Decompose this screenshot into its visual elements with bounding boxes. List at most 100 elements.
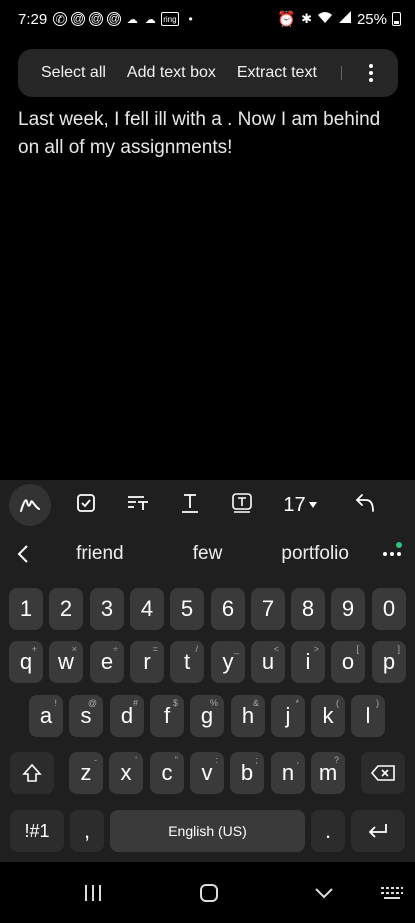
key-alt-label: " <box>174 755 178 765</box>
key-label: r <box>143 649 151 674</box>
key-alt-label: , <box>296 755 299 765</box>
battery-percent: 25% <box>356 10 387 28</box>
key-label: f <box>163 703 171 728</box>
key-alt-label: ? <box>333 755 339 765</box>
suggestion-word[interactable]: portfolio <box>261 543 369 565</box>
text-format-button[interactable] <box>164 480 216 530</box>
key-x[interactable]: x ' <box>109 752 143 794</box>
key-d[interactable]: d # <box>110 695 144 737</box>
key-alt-label: ] <box>397 644 400 654</box>
key-3[interactable]: 3 <box>90 588 124 630</box>
key-q[interactable]: q + <box>9 641 43 683</box>
enter-key[interactable] <box>351 810 405 852</box>
home-button[interactable] <box>196 882 222 904</box>
key-k[interactable]: k( <box>311 695 345 737</box>
alarm-icon: ⏰ <box>277 11 297 28</box>
key-a[interactable]: a! <box>29 695 63 737</box>
key-t[interactable]: t / <box>170 641 204 683</box>
notification-icons: ✆ @ @ @ ☁ ☁ ring • <box>53 12 193 26</box>
keyboard-switch-button[interactable] <box>378 882 406 904</box>
key-label: u <box>261 649 275 674</box>
note-body-text[interactable]: Last week, I fell ill with a . Now I am … <box>18 106 398 162</box>
key-u[interactable]: u < <box>251 641 285 683</box>
key-r[interactable]: r = <box>130 641 164 683</box>
checkbox-button[interactable] <box>60 480 112 530</box>
key-o[interactable]: o[ <box>331 641 365 683</box>
key-label: e <box>100 649 114 674</box>
key-alt-label: = <box>152 644 158 654</box>
symbols-key[interactable]: !#1 <box>10 810 64 852</box>
key-alt-label: @ <box>87 698 97 708</box>
backspace-key[interactable] <box>361 752 405 794</box>
suggestion-word[interactable]: friend <box>46 543 154 565</box>
navigation-bar <box>0 862 415 923</box>
key-6[interactable]: 6 <box>211 588 245 630</box>
key-1[interactable]: 1 <box>9 588 43 630</box>
select-all-button[interactable]: Select all <box>41 64 106 82</box>
font-size-button[interactable]: 17 <box>268 480 332 530</box>
key-v[interactable]: v: <box>190 752 224 794</box>
extract-text-button[interactable]: Extract text <box>237 64 317 82</box>
key-0[interactable]: 0 <box>372 588 406 630</box>
key-label: k <box>322 703 334 728</box>
suggestion-word[interactable]: few <box>154 543 262 565</box>
suggestion-collapse-button[interactable] <box>0 544 46 564</box>
key-label: d <box>120 703 134 728</box>
text-style-icon <box>126 493 150 518</box>
key-y[interactable]: y _ <box>211 641 245 683</box>
key-n[interactable]: n, <box>271 752 305 794</box>
key-e[interactable]: e ÷ <box>90 641 124 683</box>
text-box-icon <box>231 492 253 519</box>
at-icon: @ <box>71 12 86 26</box>
back-button[interactable] <box>311 882 337 904</box>
text-style-button[interactable] <box>112 480 164 530</box>
key-alt-label: < <box>273 644 279 654</box>
key-s[interactable]: s @ <box>69 695 103 737</box>
space-key[interactable]: English (US) <box>110 810 305 852</box>
key-label: 6 <box>221 596 235 621</box>
more-suggestions-icon[interactable] <box>369 542 415 556</box>
key-7[interactable]: 7 <box>251 588 285 630</box>
key-label: i <box>305 649 311 674</box>
key-5[interactable]: 5 <box>170 588 204 630</box>
undo-button[interactable] <box>340 480 392 530</box>
key-alt-label: : <box>215 755 218 765</box>
key-label: t <box>183 649 191 674</box>
key-f[interactable]: f $ <box>150 695 184 737</box>
key-z[interactable]: z- <box>69 752 103 794</box>
period-key[interactable]: . <box>311 810 345 852</box>
key-alt-label: [ <box>356 644 359 654</box>
text-box-button[interactable] <box>216 480 268 530</box>
key-l[interactable]: l) <box>351 695 385 737</box>
key-2[interactable]: 2 <box>49 588 83 630</box>
key-m[interactable]: m? <box>311 752 345 794</box>
key-9[interactable]: 9 <box>331 588 365 630</box>
key-c[interactable]: c " <box>150 752 184 794</box>
key-p[interactable]: p] <box>372 641 406 683</box>
key-g[interactable]: g% <box>190 695 224 737</box>
key-label: j <box>285 703 291 728</box>
key-label: z <box>80 760 92 785</box>
chevron-down-icon <box>315 888 333 899</box>
pen-mode-button[interactable] <box>0 480 60 530</box>
recents-button[interactable] <box>80 882 106 904</box>
key-4[interactable]: 4 <box>130 588 164 630</box>
key-label: 7 <box>261 596 275 621</box>
battery-icon <box>392 12 401 26</box>
key-j[interactable]: j * <box>271 695 305 737</box>
key-label: b <box>240 760 254 785</box>
key-alt-label: # <box>132 698 138 708</box>
more-options-icon[interactable] <box>358 64 384 82</box>
key-8[interactable]: 8 <box>291 588 325 630</box>
add-text-box-button[interactable]: Add text box <box>127 64 216 82</box>
key-alt-label: ! <box>54 698 57 708</box>
menu-divider <box>341 66 342 80</box>
key-alt-label: + <box>31 644 37 654</box>
comma-key[interactable]: , <box>70 810 104 852</box>
font-size-value: 17 <box>283 493 306 516</box>
key-h[interactable]: h & <box>231 695 265 737</box>
key-b[interactable]: b; <box>230 752 264 794</box>
key-i[interactable]: i > <box>291 641 325 683</box>
shift-key[interactable] <box>10 752 54 794</box>
key-w[interactable]: w × <box>49 641 83 683</box>
